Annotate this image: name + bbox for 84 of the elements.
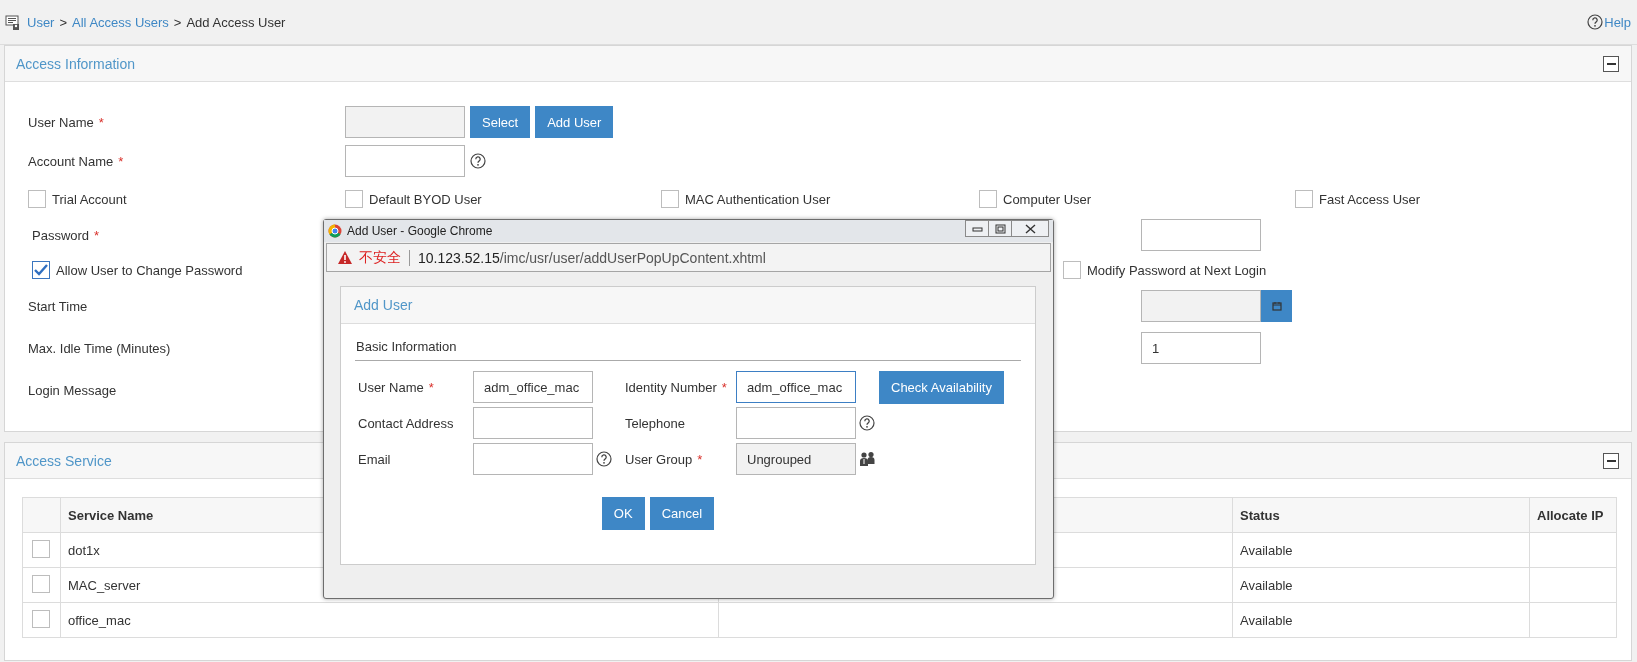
row-checkbox[interactable]	[32, 574, 50, 593]
table-cell: office_mac	[60, 602, 719, 638]
column-header: Status	[1232, 497, 1530, 533]
window-title: Add User - Google Chrome	[347, 224, 494, 238]
field-label: Identity Number	[625, 379, 717, 395]
help-icon	[1587, 14, 1604, 30]
page-url: 10.123.52.15/imc/usr/user/addUserPopUpContent.xhtml	[418, 249, 766, 266]
checkbox-label: Default BYOD User	[369, 191, 482, 207]
row-checkbox[interactable]	[32, 539, 50, 558]
checkbox[interactable]	[32, 261, 50, 279]
breadcrumb-current: Add Access User	[186, 14, 286, 30]
required-mark: *	[428, 379, 434, 395]
required-mark: *	[98, 114, 104, 130]
panel-title: Add User	[354, 297, 413, 313]
check-availability-button[interactable]: Check Availability	[879, 370, 1004, 404]
people-icon	[859, 451, 875, 467]
security-label: 不安全	[359, 248, 401, 267]
row-checkbox[interactable]	[32, 609, 50, 628]
browser-logo-icon	[328, 224, 342, 238]
checkbox[interactable]	[28, 190, 46, 208]
checkbox-label: Fast Access User	[1319, 191, 1421, 207]
checkbox-label: Computer User	[1003, 191, 1092, 207]
field-label: Contact Address	[358, 415, 454, 431]
address-bar[interactable]: 不安全 10.123.52.15/imc/usr/user/addUserPopUpContent.xhtml	[326, 243, 1051, 272]
breadcrumb-separator: >	[173, 14, 182, 30]
field-label: User Name	[358, 379, 424, 395]
input-field[interactable]: adm_office_mac	[473, 371, 593, 403]
input-field[interactable]	[1141, 219, 1261, 251]
table-cell: Available	[1232, 602, 1530, 638]
checkmark-icon	[33, 263, 49, 277]
field-label: User Name	[28, 114, 94, 130]
maximize-icon	[994, 223, 1006, 234]
input-field[interactable]	[736, 407, 856, 439]
table-cell: Available	[1232, 532, 1530, 568]
help-icon	[859, 415, 875, 431]
table-cell: Available	[1232, 567, 1530, 603]
warning-icon	[337, 250, 353, 265]
checkbox[interactable]	[345, 190, 363, 208]
breadcrumb-separator: >	[59, 14, 68, 30]
field-label: Max. Idle Time (Minutes)	[28, 340, 171, 356]
collapse-button[interactable]	[1603, 55, 1619, 72]
help-icon	[596, 451, 612, 467]
checkbox-label: Modify Password at Next Login	[1087, 262, 1267, 278]
help-link[interactable]: Help	[1604, 14, 1631, 30]
dialog-button[interactable]: Cancel	[649, 497, 715, 530]
column-header: Allocate IP	[1529, 497, 1617, 533]
collapse-button[interactable]	[1603, 452, 1619, 469]
input-field[interactable]: 1	[1141, 332, 1261, 364]
close-icon	[1024, 223, 1036, 234]
field-label: Login Message	[28, 382, 117, 398]
required-mark: *	[94, 227, 100, 243]
required-mark: *	[697, 451, 703, 467]
field-label: Password	[32, 227, 90, 243]
input-field[interactable]	[473, 443, 593, 475]
checkbox-label: Trial Account	[52, 191, 127, 207]
required-mark: *	[721, 379, 727, 395]
field-label: Email	[358, 451, 391, 467]
section-title: Basic Information	[355, 339, 1021, 361]
required-mark: *	[118, 153, 124, 169]
maximize-button[interactable]	[988, 220, 1012, 237]
breadcrumb-link[interactable]: All Access Users	[72, 14, 169, 30]
field-label: Start Time	[28, 298, 88, 314]
panel-title: Access Service	[16, 452, 112, 469]
input-field[interactable]	[473, 407, 593, 439]
checkbox-label: Allow User to Change Password	[56, 262, 243, 278]
minimize-button[interactable]	[965, 220, 989, 237]
breadcrumb-link[interactable]: User	[27, 14, 55, 30]
close-button[interactable]	[1011, 220, 1049, 237]
dialog-button[interactable]: OK	[601, 497, 645, 530]
field-label: User Group	[625, 451, 693, 467]
panel-title: Access Information	[16, 55, 136, 72]
checkbox-label: MAC Authentication User	[685, 191, 831, 207]
checkbox[interactable]	[661, 190, 679, 208]
calendar-icon	[1271, 301, 1282, 311]
input-field[interactable]	[345, 145, 465, 177]
input-field[interactable]: adm_office_mac	[736, 371, 856, 403]
calendar-button[interactable]	[1261, 290, 1292, 322]
field-label: Telephone	[625, 415, 685, 431]
checkbox[interactable]	[1295, 190, 1313, 208]
help-icon	[470, 153, 486, 169]
checkbox[interactable]	[979, 190, 997, 208]
checkbox[interactable]	[1063, 261, 1081, 279]
field-label: Account Name	[28, 153, 114, 169]
user-list-icon	[5, 14, 20, 30]
